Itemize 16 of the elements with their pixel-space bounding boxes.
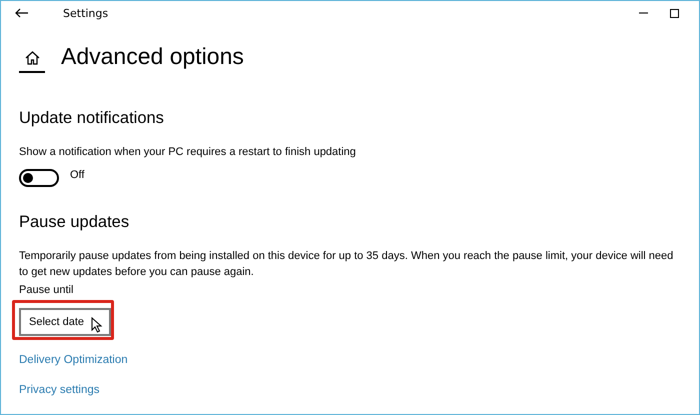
settings-link[interactable]: Delivery Optimization xyxy=(19,354,128,366)
field-label: Pause until xyxy=(19,284,74,296)
page-title: Advanced options xyxy=(61,42,244,70)
notification-description: Show a notification when your PC requires a restart to finish updating xyxy=(19,145,357,160)
settings-link[interactable]: Privacy settings xyxy=(19,384,100,396)
cursor-icon xyxy=(91,317,103,333)
window-title: Settings xyxy=(63,6,108,20)
section-heading: Pause updates xyxy=(19,213,130,232)
toggle-state-label: Off xyxy=(70,169,84,181)
maximize-icon[interactable] xyxy=(670,8,679,18)
home-icon[interactable] xyxy=(19,51,45,73)
date-dropdown[interactable]: Select date xyxy=(19,308,111,336)
section-heading: Update notifications xyxy=(19,109,165,128)
minimize-icon[interactable] xyxy=(639,12,648,14)
notification-toggle[interactable] xyxy=(19,169,59,187)
pause-description: Temporarily pause updates from being installed on this device for up to 35 days. When you reach the pause limit, your device will need to get new updates before you can pause again. xyxy=(19,249,674,280)
